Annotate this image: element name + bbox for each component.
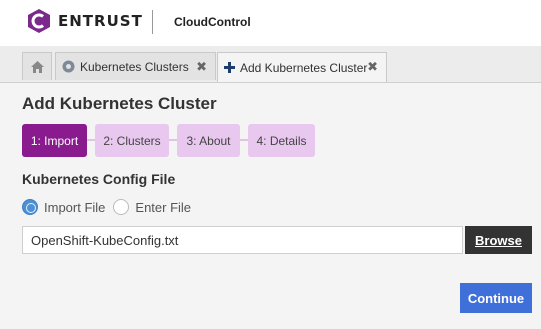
cluster-icon xyxy=(62,60,75,73)
page-title: Add Kubernetes Cluster xyxy=(22,94,217,113)
main-content: Add Kubernetes Cluster 1: Import 2: Clus… xyxy=(0,82,541,329)
continue-button[interactable]: Continue xyxy=(460,283,532,313)
tab-kubernetes-clusters[interactable]: Kubernetes Clusters ✖ xyxy=(55,52,216,80)
wizard-step-import[interactable]: 1: Import xyxy=(22,124,87,157)
tab-label: Kubernetes Clusters xyxy=(80,59,189,74)
config-source-radio-group: Import File Enter File xyxy=(22,199,199,215)
radio-label: Enter File xyxy=(135,199,192,215)
tab-label: Add Kubernetes Cluster xyxy=(240,60,368,75)
wizard-step-about[interactable]: 3: About xyxy=(177,124,240,157)
section-title: Kubernetes Config File xyxy=(22,171,176,187)
brand-name: ENTRUST xyxy=(58,12,143,30)
radio-dot[interactable] xyxy=(22,199,38,215)
file-path-input[interactable]: OpenShift-KubeConfig.txt xyxy=(22,226,463,254)
brand-divider xyxy=(152,10,153,34)
home-icon xyxy=(30,60,44,73)
close-icon[interactable]: ✖ xyxy=(367,59,378,75)
plus-icon xyxy=(224,62,235,73)
radio-label: Import File xyxy=(44,199,106,215)
wizard-step-clusters[interactable]: 2: Clusters xyxy=(95,124,169,157)
tab-add-kubernetes-cluster[interactable]: Add Kubernetes Cluster ✖ xyxy=(217,52,387,82)
product-name: CloudControl xyxy=(174,15,251,29)
tab-strip: Kubernetes Clusters ✖ Add Kubernetes Clu… xyxy=(0,46,541,82)
radio-enter-file[interactable]: Enter File xyxy=(113,199,191,215)
browse-button[interactable]: Browse xyxy=(465,226,532,254)
tab-home[interactable] xyxy=(22,52,52,80)
top-bar: ENTRUST CloudControl xyxy=(0,0,541,46)
entrust-logo-icon xyxy=(28,9,50,33)
close-icon[interactable]: ✖ xyxy=(196,59,207,75)
wizard-step-details[interactable]: 4: Details xyxy=(248,124,315,157)
radio-dot[interactable] xyxy=(113,199,130,215)
radio-import-file[interactable]: Import File xyxy=(22,199,105,215)
